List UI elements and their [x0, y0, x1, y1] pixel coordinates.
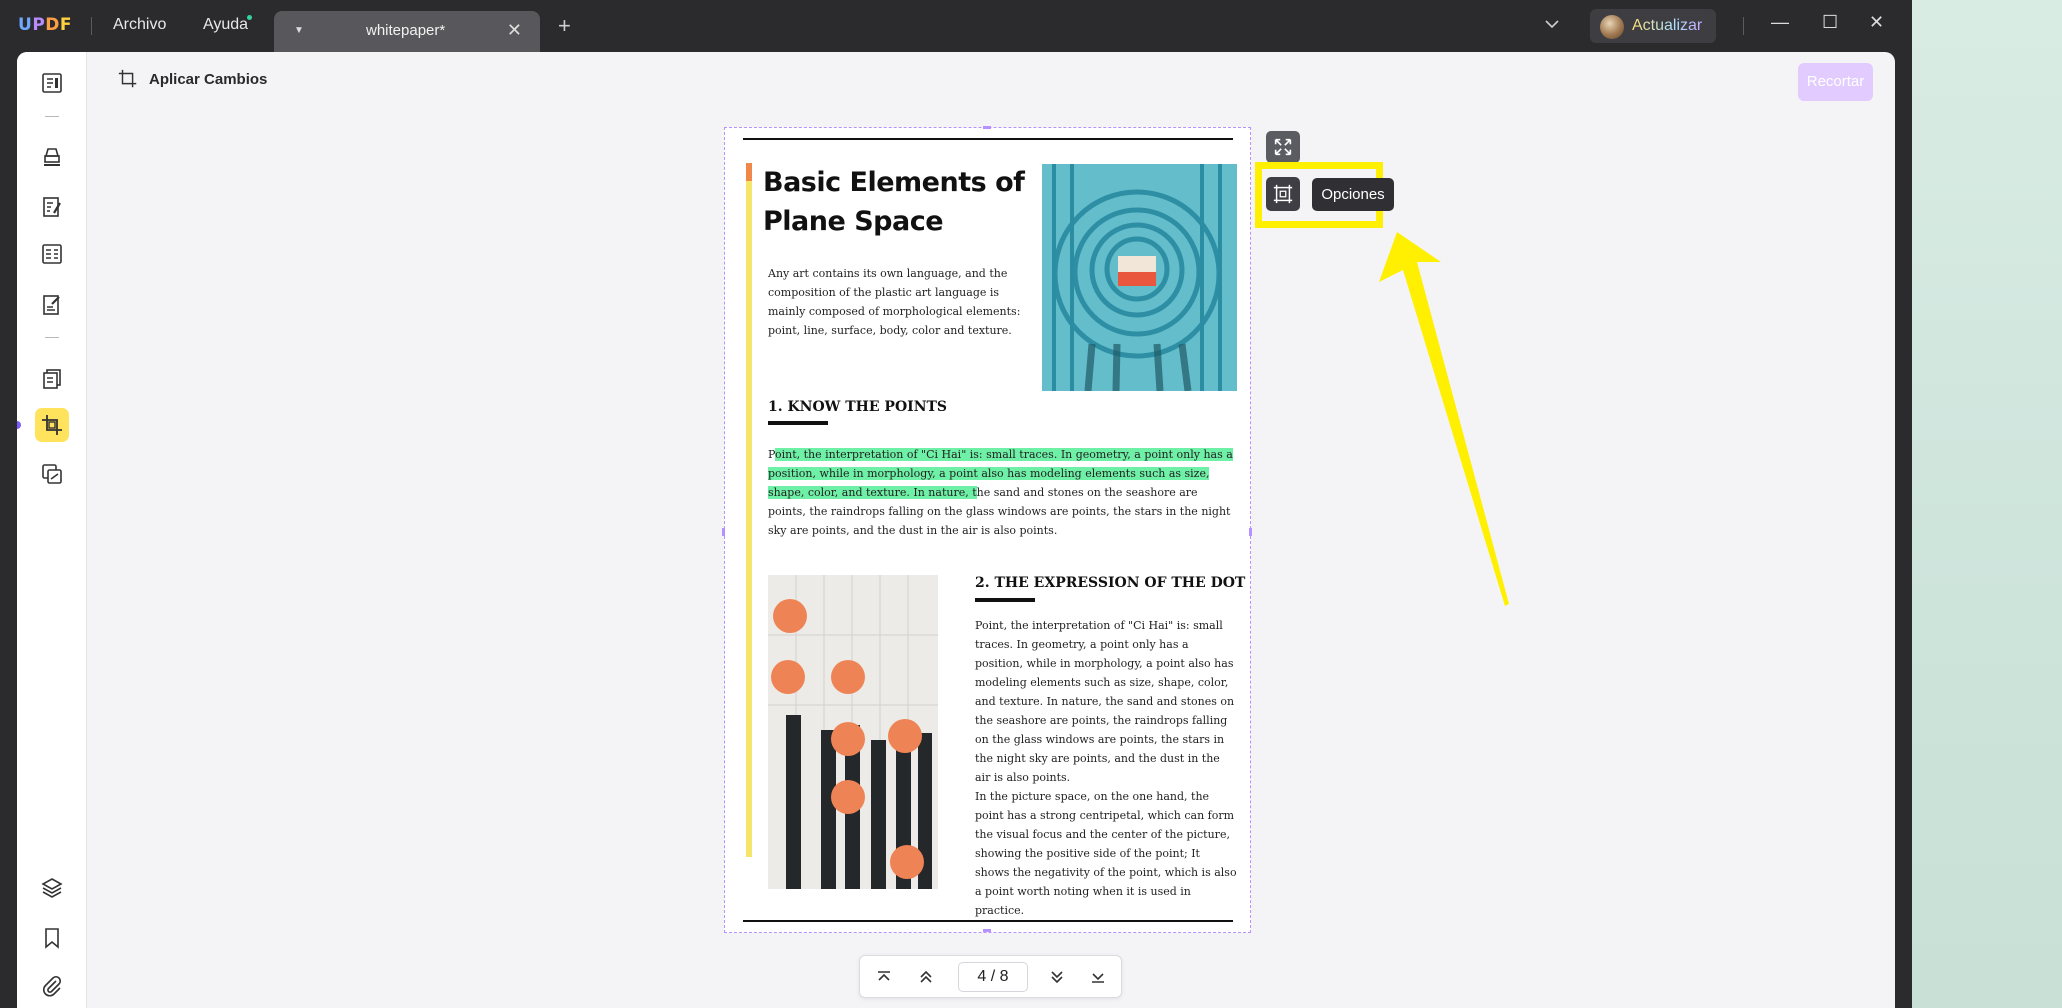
reader-icon — [42, 73, 62, 93]
organize-pages-button[interactable] — [35, 362, 69, 396]
app-content: Aplicar Cambios Recortar Basic Elements … — [17, 52, 1895, 1008]
crop-handle-top[interactable] — [983, 126, 991, 129]
reader-mode-button[interactable] — [35, 66, 69, 100]
intro-paragraph: Any art contains its own language, and t… — [768, 267, 1021, 337]
title-bar: UPDF Archivo Ayuda ▼ whitepaper* ✕ + Act… — [0, 0, 1912, 52]
layers-copy-icon — [42, 464, 62, 484]
menu-archivo[interactable]: Archivo — [113, 16, 166, 34]
title-divider — [91, 17, 92, 35]
crop-button[interactable]: Recortar — [1798, 63, 1873, 101]
crop-pages-button[interactable] — [35, 408, 69, 442]
upgrade-label: Actualizar — [1632, 17, 1703, 34]
new-indicator-dot — [247, 15, 252, 20]
fill-sign-button[interactable] — [35, 288, 69, 322]
section1-underline — [768, 421, 828, 425]
double-up-bar-icon — [878, 971, 890, 981]
minimize-button[interactable]: — — [1771, 12, 1789, 33]
options-tooltip: Opciones — [1312, 178, 1394, 211]
last-page-button[interactable] — [1087, 966, 1109, 988]
bookmarks-button[interactable] — [35, 921, 69, 955]
first-page-button[interactable] — [873, 966, 895, 988]
page-number-input[interactable]: 4 / 8 — [958, 962, 1028, 992]
document-page[interactable]: Basic Elements of Plane Space Any art co… — [722, 126, 1252, 933]
active-tool-indicator — [17, 421, 21, 429]
left-toolbar — [17, 52, 87, 1008]
double-down-bar-icon — [1092, 973, 1104, 983]
tab-close-icon[interactable]: ✕ — [507, 20, 522, 41]
chevrons-down-icon — [1051, 971, 1063, 984]
next-page-button[interactable] — [1046, 966, 1068, 988]
toolbar-separator — [45, 337, 59, 338]
page-bottom-rule — [743, 920, 1233, 922]
section2-paragraph-1: Point, the interpretation of "Ci Hai" is… — [975, 619, 1235, 784]
section2-underline — [975, 598, 1035, 602]
apply-changes-label: Aplicar Cambios — [149, 70, 268, 88]
crop-frame-icon — [1273, 184, 1293, 204]
highlighter-icon — [44, 148, 60, 166]
section1-paragraph[interactable]: Point, the interpretation of "Ci Hai" is… — [768, 445, 1238, 540]
dots-and-stripes-photo — [768, 575, 938, 889]
page-top-rule — [743, 138, 1233, 140]
document-title: Basic Elements of Plane Space — [763, 167, 1025, 237]
crop-handle-right[interactable] — [1249, 528, 1252, 536]
chevron-down-icon[interactable] — [1545, 16, 1559, 32]
add-tab-button[interactable]: + — [558, 15, 571, 37]
form-tool-button[interactable] — [35, 237, 69, 271]
edit-document-icon — [43, 197, 61, 217]
crop-apply-icon — [118, 69, 137, 88]
paperclip-icon — [43, 975, 62, 997]
current-page: 4 — [977, 968, 987, 985]
tab-title: whitepaper* — [366, 22, 446, 39]
tab-dropdown-icon[interactable]: ▼ — [294, 25, 304, 36]
section1-text-start: P — [768, 448, 775, 461]
crop-handle-bottom[interactable] — [983, 929, 991, 932]
layers-button[interactable] — [35, 871, 69, 905]
close-window-button[interactable]: ✕ — [1869, 12, 1884, 33]
fit-crop-button[interactable] — [1266, 131, 1300, 163]
document-tab[interactable]: ▼ whitepaper* ✕ — [274, 11, 540, 52]
crop-options-button[interactable] — [1266, 177, 1300, 211]
total-pages: 8 — [999, 968, 1009, 985]
pages-icon — [43, 369, 61, 389]
menu-ayuda[interactable]: Ayuda — [203, 16, 248, 34]
section2-paragraph-2: In the picture space, on the one hand, t… — [975, 790, 1237, 917]
bookmark-icon — [45, 928, 59, 949]
tools-button[interactable] — [35, 457, 69, 491]
comment-tool-button[interactable] — [35, 140, 69, 174]
previous-page-button[interactable] — [915, 966, 937, 988]
toolbar-separator — [45, 116, 59, 117]
page-navigator: 4 / 8 — [859, 955, 1122, 998]
form-icon — [42, 244, 62, 264]
sign-document-icon — [43, 295, 60, 315]
section1-heading: 1. KNOW THE POINTS — [768, 399, 948, 415]
section2-heading: 2. THE EXPRESSION OF THE DOT — [975, 575, 1246, 591]
edit-pdf-button[interactable] — [35, 190, 69, 224]
apply-changes-button[interactable]: Aplicar Cambios — [117, 66, 267, 92]
crop-handle-left[interactable] — [722, 528, 725, 536]
desktop-backdrop — [1912, 0, 2062, 1008]
updf-logo[interactable]: UPDF — [18, 15, 72, 35]
concentric-circles-photo — [1042, 164, 1237, 391]
crop-icon — [42, 415, 62, 435]
chevrons-up-icon — [920, 970, 932, 983]
maximize-button[interactable]: ☐ — [1822, 12, 1838, 33]
layers-icon — [41, 878, 63, 898]
accent-bar-orange — [746, 163, 752, 181]
title-divider-right — [1743, 17, 1744, 35]
attachments-button[interactable] — [35, 969, 69, 1003]
avatar — [1600, 15, 1624, 39]
page-separator: / — [990, 968, 996, 985]
expand-arrows-icon — [1274, 138, 1292, 156]
upgrade-button[interactable]: Actualizar — [1590, 9, 1716, 43]
accent-bar-yellow — [746, 181, 752, 857]
app-window: UPDF Archivo Ayuda ▼ whitepaper* ✕ + Act… — [0, 0, 1912, 1008]
annotation-arrow — [1379, 232, 1509, 606]
